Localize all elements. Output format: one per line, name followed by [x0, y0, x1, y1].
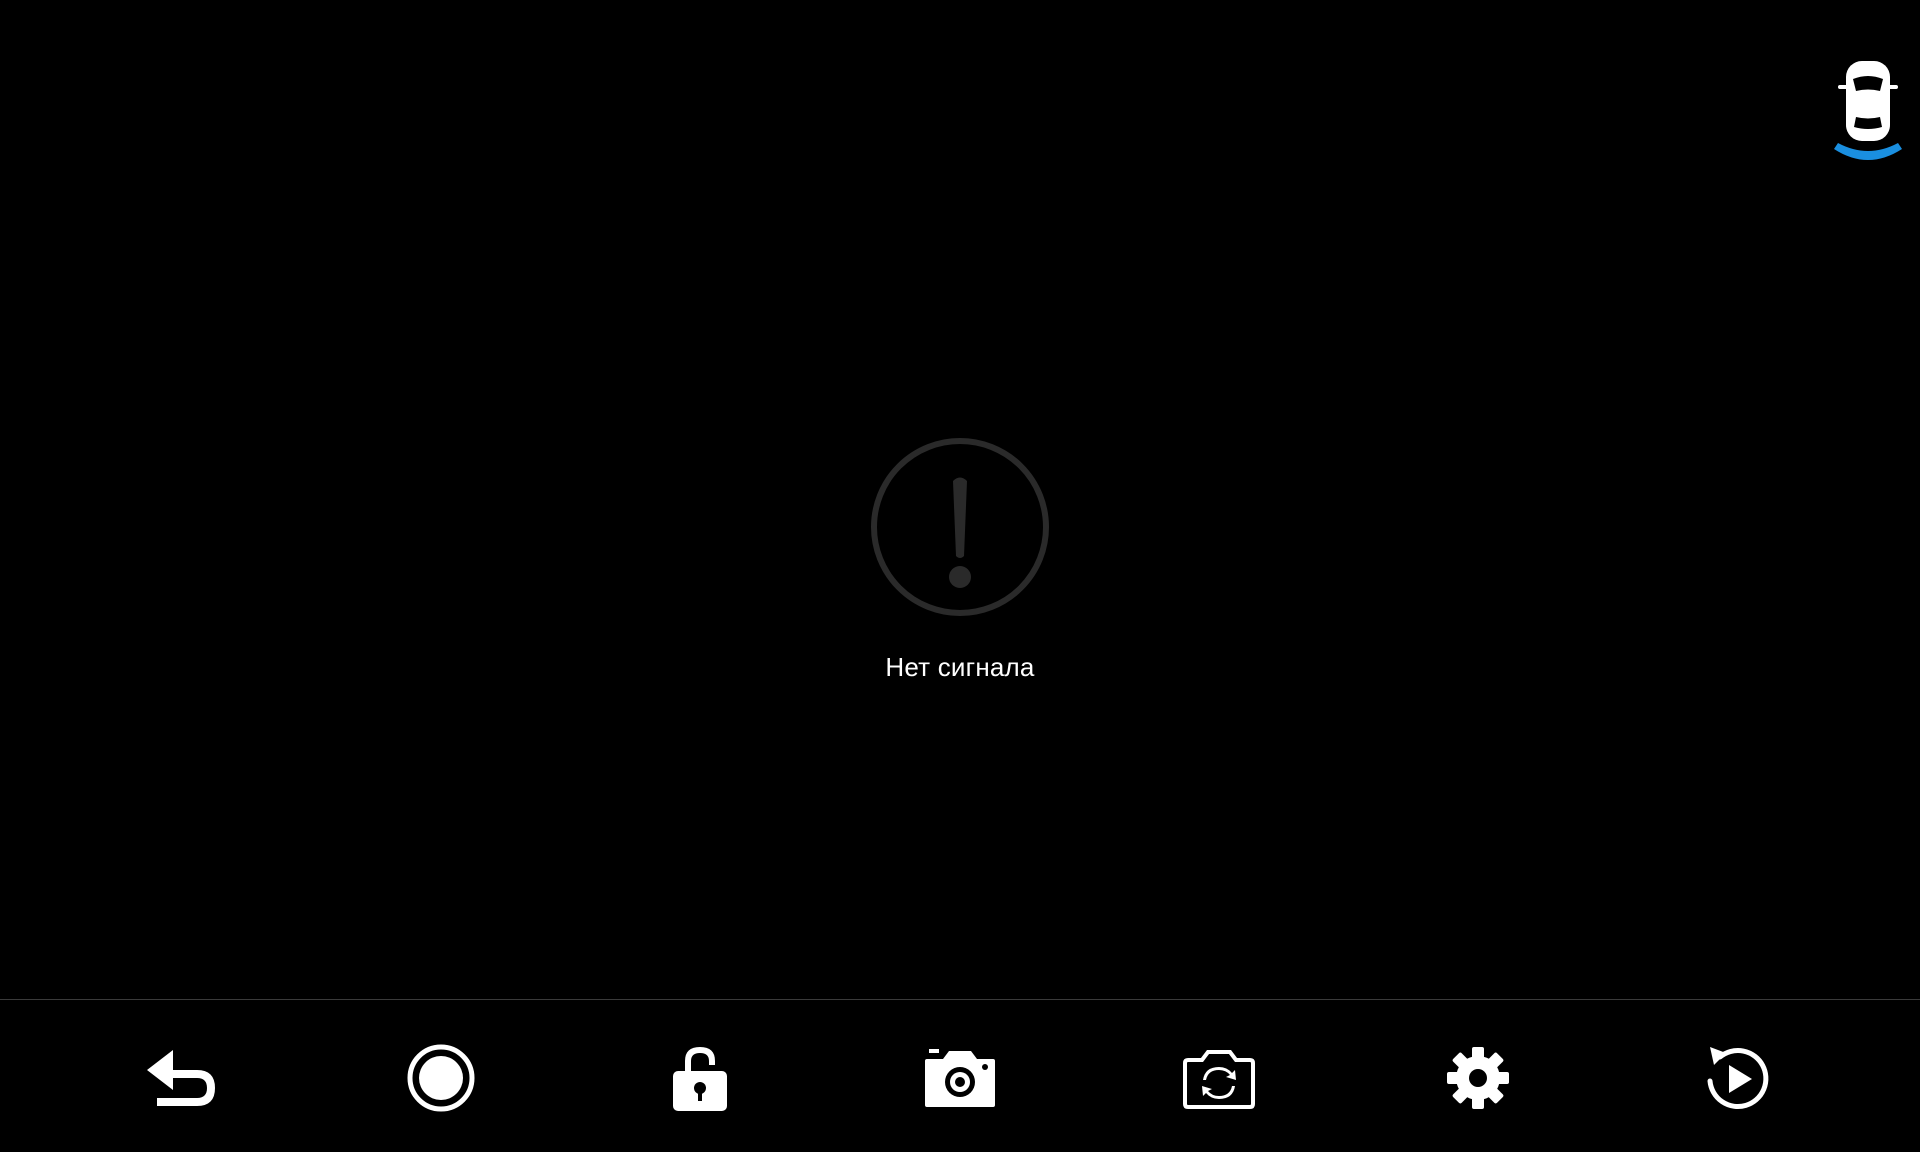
switch-camera-icon: [1183, 1050, 1255, 1109]
playback-icon: [1707, 1047, 1769, 1109]
car-parking-sensor-icon[interactable]: [1828, 55, 1908, 165]
switch-camera-button[interactable]: [1176, 1038, 1262, 1118]
record-icon: [407, 1044, 475, 1112]
camera-icon: [925, 1049, 995, 1107]
camera-viewport: Нет сигнала: [0, 0, 1920, 999]
no-signal-text: Нет сигнала: [885, 652, 1035, 682]
lock-button[interactable]: [657, 1038, 743, 1118]
dashcam-screen: Нет сигнала: [0, 0, 1920, 1152]
back-button[interactable]: [140, 1038, 226, 1118]
no-signal-panel: Нет сигнала: [0, 436, 1920, 683]
unlock-icon: [673, 1047, 727, 1111]
record-button[interactable]: [398, 1038, 484, 1118]
back-arrow-icon: [147, 1050, 215, 1106]
playback-button[interactable]: [1694, 1038, 1780, 1118]
gear-icon: [1447, 1047, 1509, 1109]
bottom-toolbar: [0, 1000, 1920, 1152]
warning-icon: [871, 438, 1049, 616]
photo-button[interactable]: [917, 1038, 1003, 1118]
settings-button[interactable]: [1435, 1038, 1521, 1118]
